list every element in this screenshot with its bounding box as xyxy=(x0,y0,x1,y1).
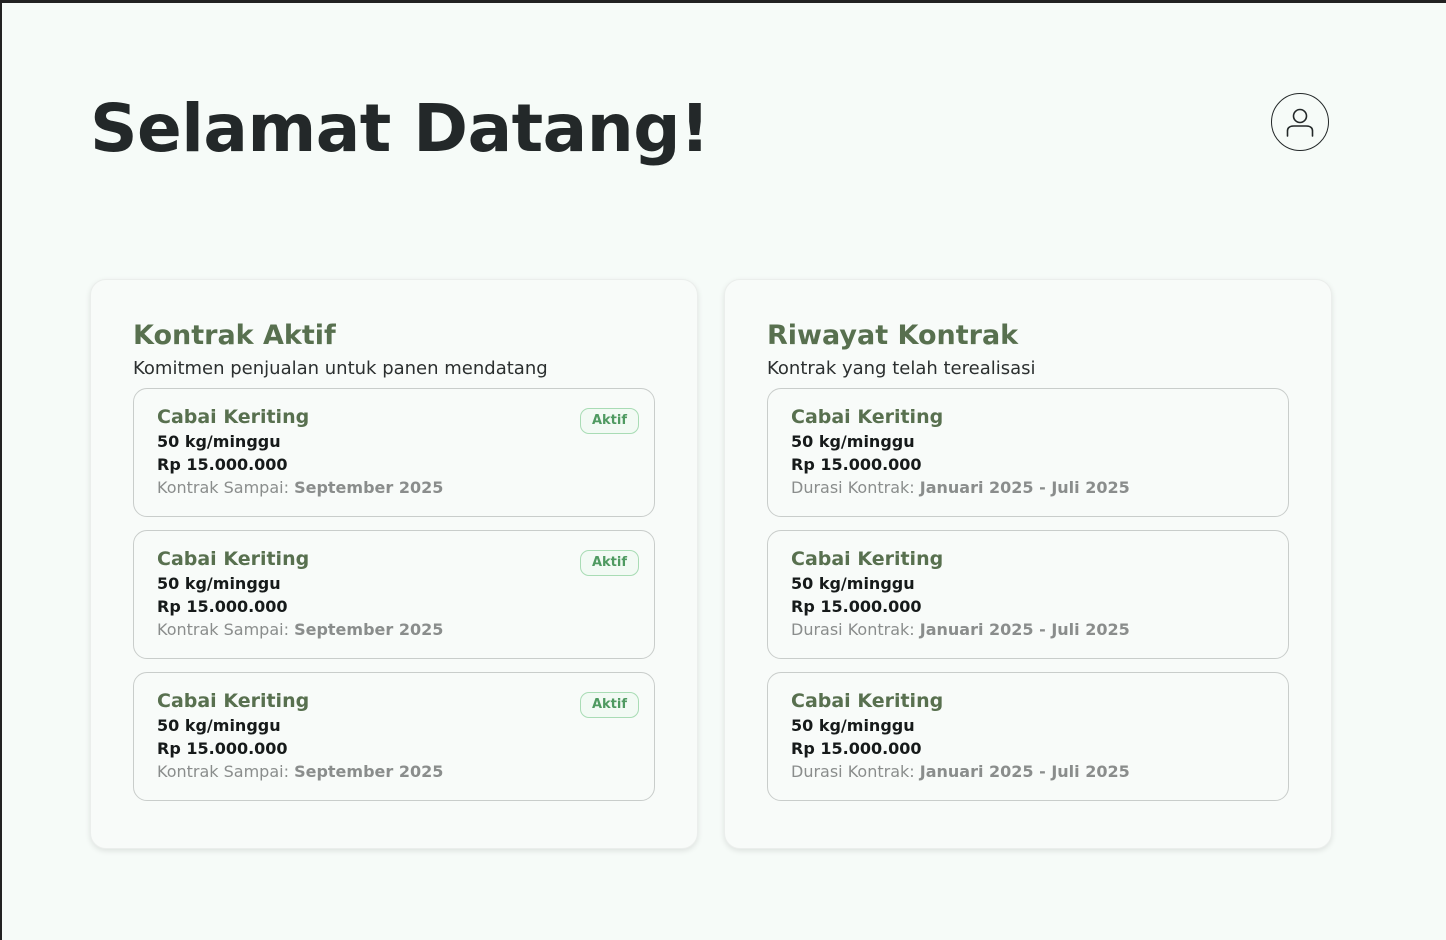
active-contracts-panel: Kontrak Aktif Komitmen penjualan untuk p… xyxy=(90,279,698,849)
contract-price: Rp 15.000.000 xyxy=(157,596,288,616)
contract-duration-label: Durasi Kontrak: xyxy=(791,478,915,498)
history-contract-card[interactable]: Cabai Keriting 50 kg/minggu Rp 15.000.00… xyxy=(767,529,1289,659)
contract-end-date: Kontrak Sampai: September 2025 xyxy=(157,476,631,499)
contract-duration-value: Januari 2025 - Juli 2025 xyxy=(919,620,1130,640)
panel-subtitle: Komitmen penjualan untuk panen mendatang xyxy=(133,358,548,380)
panel-title: Kontrak Aktif xyxy=(133,320,336,351)
contract-commodity: Cabai Keriting xyxy=(157,547,310,570)
contract-quantity: 50 kg/minggu xyxy=(791,431,915,451)
contract-duration-label: Durasi Kontrak: xyxy=(791,762,915,782)
contract-price: Rp 15.000.000 xyxy=(157,454,288,474)
contract-quantity: 50 kg/minggu xyxy=(791,715,915,735)
contract-price: Rp 15.000.000 xyxy=(157,738,288,758)
contract-history-panel: Riwayat Kontrak Kontrak yang telah terea… xyxy=(724,279,1332,849)
active-contract-list: Cabai Keriting 50 kg/minggu Rp 15.000.00… xyxy=(133,387,655,801)
contract-commodity: Cabai Keriting xyxy=(791,689,944,712)
panel-subtitle: Kontrak yang telah terealisasi xyxy=(767,358,1036,380)
contract-end-label: Kontrak Sampai: xyxy=(157,620,289,640)
contract-duration-value: Januari 2025 - Juli 2025 xyxy=(919,762,1130,782)
user-icon xyxy=(1286,108,1314,137)
status-badge: Aktif xyxy=(579,691,639,718)
contract-history-list: Cabai Keriting 50 kg/minggu Rp 15.000.00… xyxy=(767,387,1289,801)
contract-quantity: 50 kg/minggu xyxy=(157,715,281,735)
contract-quantity: 50 kg/minggu xyxy=(791,573,915,593)
contract-commodity: Cabai Keriting xyxy=(791,547,944,570)
active-contract-card[interactable]: Cabai Keriting 50 kg/minggu Rp 15.000.00… xyxy=(133,387,655,517)
contract-end-date: Kontrak Sampai: September 2025 xyxy=(157,760,631,783)
contract-end-date: Kontrak Sampai: September 2025 xyxy=(157,618,631,641)
history-contract-card[interactable]: Cabai Keriting 50 kg/minggu Rp 15.000.00… xyxy=(767,671,1289,801)
contract-duration-value: Januari 2025 - Juli 2025 xyxy=(919,478,1130,498)
contract-price: Rp 15.000.000 xyxy=(791,738,922,758)
active-contract-card[interactable]: Cabai Keriting 50 kg/minggu Rp 15.000.00… xyxy=(133,529,655,659)
history-contract-card[interactable]: Cabai Keriting 50 kg/minggu Rp 15.000.00… xyxy=(767,387,1289,517)
contract-duration: Durasi Kontrak: Januari 2025 - Juli 2025 xyxy=(791,476,1265,499)
contract-price: Rp 15.000.000 xyxy=(791,596,922,616)
contract-quantity: 50 kg/minggu xyxy=(157,431,281,451)
contract-end-label: Kontrak Sampai: xyxy=(157,762,289,782)
contract-end-label: Kontrak Sampai: xyxy=(157,478,289,498)
contract-end-value: September 2025 xyxy=(294,478,444,498)
contract-end-value: September 2025 xyxy=(294,762,444,782)
contract-quantity: 50 kg/minggu xyxy=(157,573,281,593)
contract-commodity: Cabai Keriting xyxy=(157,689,310,712)
page-title: Selamat Datang! xyxy=(90,90,710,167)
contract-duration: Durasi Kontrak: Januari 2025 - Juli 2025 xyxy=(791,618,1265,641)
contract-commodity: Cabai Keriting xyxy=(791,405,944,428)
panel-title: Riwayat Kontrak xyxy=(767,320,1019,351)
contract-end-value: September 2025 xyxy=(294,620,444,640)
contract-duration: Durasi Kontrak: Januari 2025 - Juli 2025 xyxy=(791,760,1265,783)
status-badge: Aktif xyxy=(579,549,639,576)
profile-avatar-button[interactable] xyxy=(1271,93,1329,151)
status-badge: Aktif xyxy=(579,407,639,434)
contract-commodity: Cabai Keriting xyxy=(157,405,310,428)
active-contract-card[interactable]: Cabai Keriting 50 kg/minggu Rp 15.000.00… xyxy=(133,671,655,801)
contract-price: Rp 15.000.000 xyxy=(791,454,922,474)
contract-duration-label: Durasi Kontrak: xyxy=(791,620,915,640)
